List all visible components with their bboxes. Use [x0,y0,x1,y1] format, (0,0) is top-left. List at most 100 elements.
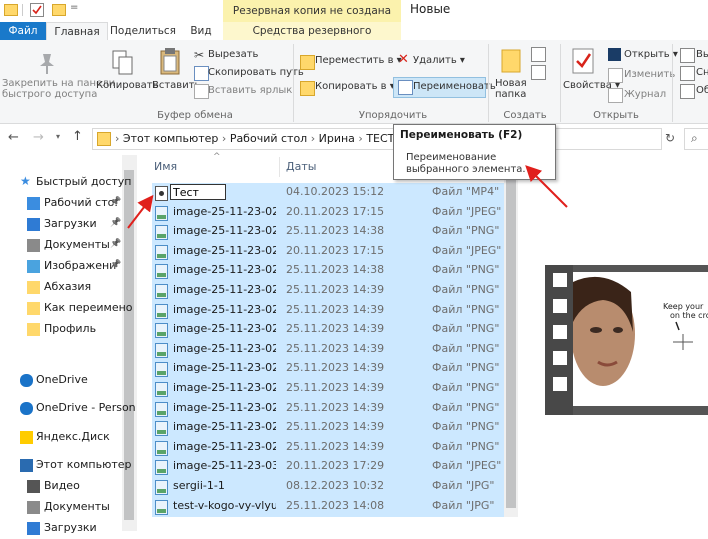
file-name: image-25-11-23-02... [173,204,276,218]
select-all-button[interactable]: Вы [696,49,708,60]
file-type: Файл "PNG" [432,322,500,336]
sidebar-item[interactable]: Видео [0,476,138,497]
sidebar-item[interactable]: Изображени 📌 [0,256,138,277]
file-row[interactable]: image-25-11-23-02... 25.11.2023 14:39 Файл… [152,437,504,458]
address-bar[interactable]: › Этот компьютер › Рабочий стол › Ирина … [92,128,675,150]
image-file-icon [155,440,168,456]
file-row[interactable]: 04.10.2023 15:12 Файл "MP4" [152,183,504,203]
file-date: 25.11.2023 14:39 [286,420,385,434]
breadcrumb: › Этот компьютер › Рабочий стол › Ирина … [115,132,402,145]
sidebar-item[interactable]: Загрузки [0,518,138,539]
tooltip-title: Переименовать (F2) [400,129,523,141]
file-name: image-25-11-23-02... [173,439,276,453]
pin-icon: 📌 [110,197,122,207]
preview-caption-1: Keep your [663,302,704,311]
sidebar-item[interactable]: Документы 📌 [0,235,138,256]
sidebar-item[interactable]: OneDrive - Person [0,398,138,419]
tab-file[interactable]: Файл [0,22,46,40]
sidebar-item-label: Рабочий сто. [44,196,118,209]
sidebar-item[interactable]: Яндекс.Диск [0,427,138,448]
file-row[interactable]: image-25-11-23-02... 20.11.2023 17:15 Файл… [152,202,504,223]
file-row[interactable]: test-v-kogo-vy-vlyu... 25.11.2023 14:08 Фа… [152,496,504,517]
file-row[interactable]: image-25-11-23-02... 25.11.2023 14:39 Файл… [152,300,504,321]
sidebar-item[interactable]: Абхазия [0,277,138,298]
sidebar-item-label: Профиль [44,322,97,335]
sidebar-item-label: Загрузки [44,217,97,230]
search-input[interactable]: ⌕ [684,128,708,150]
file-row[interactable]: image-25-11-23-02... 25.11.2023 14:39 Файл… [152,320,504,341]
file-row[interactable]: sergii-1-1 08.12.2023 10:32 Файл "JPG" [152,477,504,497]
tab-backup-tools[interactable]: Средства резервного копирования [223,22,401,55]
tab-home[interactable]: Главная [46,22,108,42]
file-row[interactable]: image-25-11-23-02... 25.11.2023 14:39 Файл… [152,398,504,419]
new-item-icon[interactable] [531,47,546,62]
cloud-icon [20,402,33,415]
pin-to-quick-access-button[interactable]: Закрепить на панели быстрого доступа [2,78,115,100]
quick-access-dropdown-icon[interactable]: = [70,2,78,13]
list-scrollbar-thumb[interactable] [506,178,516,508]
file-type: Файл "PNG" [432,400,500,414]
file-date: 25.11.2023 14:39 [286,322,385,336]
new-folder-button[interactable]: Новая папка [495,78,527,100]
file-row[interactable]: image-25-11-23-02... 25.11.2023 14:39 Файл… [152,359,504,380]
folder-icon [4,4,18,16]
file-row[interactable]: image-25-11-23-02... 25.11.2023 14:39 Файл… [152,418,504,439]
sidebar-item[interactable]: OneDrive [0,370,138,391]
delete-button[interactable]: Удалить ▾ [413,55,465,66]
move-to-button[interactable]: Переместить в ▾ [315,55,402,66]
up-arrow-icon[interactable]: ↑ [72,129,83,144]
breadcrumb-item[interactable]: Этот компьютер [123,132,219,145]
open-button[interactable]: Открыть ▾ [624,49,678,60]
copy-button[interactable]: Копировать [96,80,158,91]
recent-chevron-down-icon[interactable]: ▾ [56,132,60,141]
column-header-date[interactable]: Даты [286,160,316,173]
paste-shortcut-icon [194,84,209,99]
forward-arrow-icon[interactable]: → [33,130,44,145]
cut-button[interactable]: Вырезать [208,49,258,60]
sidebar-item-label: Документы [44,500,110,513]
breadcrumb-item[interactable]: Ирина [319,132,355,145]
sidebar-item[interactable]: Рабочий сто. 📌 [0,193,138,214]
file-date: 25.11.2023 14:39 [286,439,385,453]
preview-caption-2: on the cro [670,311,708,320]
edit-button[interactable]: Изменить [624,69,675,80]
file-row[interactable]: image-25-11-23-02... 25.11.2023 14:39 Файл… [152,339,504,360]
file-row[interactable]: image-25-11-23-02... 25.11.2023 14:38 Файл… [152,222,504,243]
new-folder-quick-icon[interactable] [52,4,66,16]
file-name: image-25-11-23-02... [173,224,276,238]
back-arrow-icon[interactable]: ← [8,130,19,145]
tab-share[interactable]: Поделиться [110,22,176,40]
paste-shortcut-button[interactable]: Вставить ярлык [208,85,292,96]
properties-check-icon[interactable] [30,3,44,17]
invert-selection-button[interactable]: Об [696,85,708,96]
history-button[interactable]: Журнал [624,89,666,100]
file-row[interactable]: image-25-11-23-02... 25.11.2023 14:39 Файл… [152,281,504,301]
file-date: 20.11.2023 17:29 [286,459,385,473]
file-row[interactable]: image-25-11-23-02... 20.11.2023 17:15 Файл… [152,241,504,262]
open-label: Открыть [624,49,670,60]
select-none-button[interactable]: Сн [696,67,708,78]
context-header: Резервная копия не создана [223,0,401,22]
copy-to-button[interactable]: Копировать в ▾ [315,81,395,92]
easy-access-icon[interactable] [531,65,546,80]
file-row[interactable]: image-25-11-23-02... 25.11.2023 14:39 Файл… [152,379,504,399]
sidebar-item[interactable]: Документы [0,497,138,518]
sidebar-item[interactable]: Загрузки 📌 [0,214,138,235]
rename-input[interactable] [170,184,226,200]
create-group-label: Создать [503,110,547,121]
history-icon [608,88,623,103]
sidebar-item[interactable]: Как переимено [0,298,138,319]
breadcrumb-item[interactable]: Рабочий стол [230,132,307,145]
file-name: sergii-1-1 [173,479,225,492]
file-row[interactable]: image-25-11-23-03... 20.11.2023 17:29 Файл… [152,457,504,478]
sidebar-item[interactable]: Профиль [0,319,138,340]
pin-icon: 📌 [110,218,122,228]
refresh-icon[interactable]: ↻ [665,131,675,145]
copy-path-button[interactable]: Скопировать путь [208,67,304,78]
sidebar-item[interactable]: Этот компьютер [0,455,138,476]
sidebar-item[interactable]: ★ Быстрый доступ [0,172,138,193]
tab-view[interactable]: Вид [184,22,218,40]
file-row[interactable]: image-25-11-23-02... 25.11.2023 14:38 Файл… [152,261,504,282]
file-type: Файл "PNG" [432,263,500,277]
column-header-name[interactable]: Имя [154,160,177,173]
